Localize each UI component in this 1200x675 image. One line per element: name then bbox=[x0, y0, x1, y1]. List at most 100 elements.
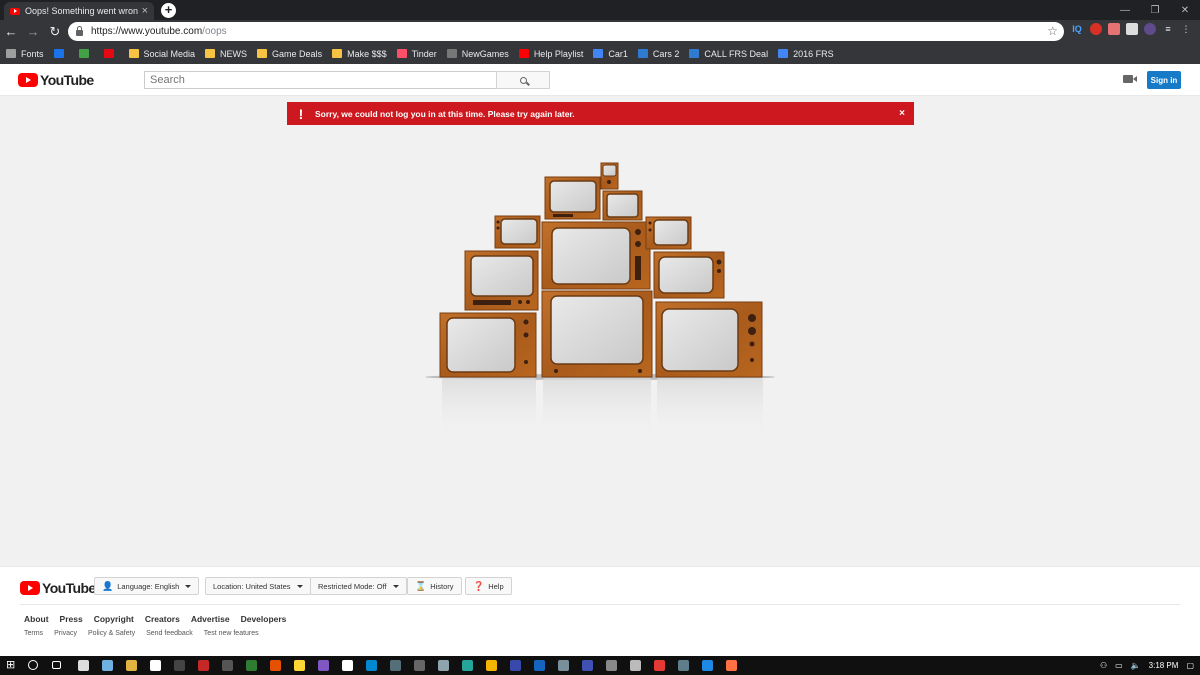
bookmark-item[interactable]: NewGames bbox=[446, 49, 509, 59]
taskbar-app-icon[interactable] bbox=[510, 660, 521, 671]
taskbar-app-icon[interactable] bbox=[414, 660, 425, 671]
people-icon[interactable]: ⚇ bbox=[1100, 661, 1107, 670]
bookmark-item[interactable]: Game Deals bbox=[257, 49, 322, 59]
footer-link[interactable]: Test new features bbox=[204, 630, 259, 637]
taskbar-app-icon[interactable] bbox=[78, 660, 89, 671]
upload-video-icon[interactable] bbox=[1123, 75, 1137, 83]
taskbar-app-icon[interactable] bbox=[390, 660, 401, 671]
back-arrow-icon[interactable]: ← bbox=[0, 21, 22, 43]
taskbar-app-icon[interactable] bbox=[174, 660, 185, 671]
bookmark-icon bbox=[396, 49, 407, 58]
search-input[interactable] bbox=[144, 71, 496, 89]
footer-link[interactable]: Send feedback bbox=[146, 630, 193, 637]
clock[interactable]: 3:18 PM bbox=[1149, 661, 1179, 670]
taskbar-app-icon[interactable] bbox=[726, 660, 737, 671]
task-view-icon[interactable] bbox=[52, 661, 61, 669]
taskbar-app-icon[interactable] bbox=[654, 660, 665, 671]
cortana-icon[interactable] bbox=[28, 660, 38, 670]
sheets-extension-icon[interactable] bbox=[1126, 23, 1138, 35]
bookmark-item[interactable]: Car1 bbox=[593, 49, 628, 59]
bookmark-icon bbox=[593, 49, 604, 58]
taskbar-app-icon[interactable] bbox=[630, 660, 641, 671]
windows-start-icon[interactable]: ⊞ bbox=[6, 660, 17, 671]
taskbar-app-icon[interactable] bbox=[462, 660, 473, 671]
bookmark-item[interactable] bbox=[53, 49, 69, 58]
bookmark-item[interactable]: Cars 2 bbox=[637, 49, 679, 59]
taskbar-app-icon[interactable] bbox=[438, 660, 449, 671]
taskbar-app-icon[interactable] bbox=[366, 660, 377, 671]
footer-secondary-links: Terms Privacy Policy & Safety Send feedb… bbox=[24, 630, 259, 637]
taskbar-app-icon[interactable] bbox=[246, 660, 257, 671]
browser-tab[interactable]: Oops! Something went wrong. - × bbox=[4, 2, 154, 20]
bookmark-icon bbox=[446, 49, 457, 58]
taskbar-app-icon[interactable] bbox=[342, 660, 353, 671]
bookmark-label: Help Playlist bbox=[533, 48, 584, 59]
volume-icon[interactable]: 🔈 bbox=[1131, 661, 1141, 670]
youtube-logo[interactable]: YouTube bbox=[18, 72, 94, 88]
footer-link[interactable]: Creators bbox=[145, 614, 180, 624]
footer-link[interactable]: Terms bbox=[24, 630, 43, 637]
footer-link[interactable]: Policy & Safety bbox=[88, 630, 135, 637]
minimize-button[interactable]: — bbox=[1110, 0, 1140, 20]
network-icon[interactable]: ▭ bbox=[1115, 661, 1123, 670]
search-button[interactable] bbox=[496, 71, 550, 89]
taskbar-app-icon[interactable] bbox=[534, 660, 545, 671]
footer-link[interactable]: Copyright bbox=[94, 614, 134, 624]
tab-close-icon[interactable]: × bbox=[142, 5, 148, 17]
restricted-mode-button[interactable]: Restricted Mode: Off bbox=[310, 577, 407, 595]
bookmark-star-icon[interactable]: ☆ bbox=[1047, 24, 1058, 38]
taskbar-app-icon[interactable] bbox=[582, 660, 593, 671]
taskbar-app-icon[interactable] bbox=[702, 660, 713, 671]
history-button[interactable]: ⌛ History bbox=[407, 577, 462, 595]
footer-link[interactable]: About bbox=[24, 614, 49, 624]
youtube-play-icon bbox=[20, 581, 40, 595]
sign-in-button[interactable]: Sign in bbox=[1147, 71, 1181, 89]
taskbar-app-icon[interactable] bbox=[486, 660, 497, 671]
footer-link[interactable]: Developers bbox=[241, 614, 287, 624]
bookmark-item[interactable] bbox=[78, 49, 94, 58]
close-window-button[interactable]: ✕ bbox=[1170, 0, 1200, 20]
taskbar-app-icon[interactable] bbox=[318, 660, 329, 671]
red-extension-icon[interactable] bbox=[1090, 23, 1102, 35]
bookmark-item[interactable]: 2016 FRS bbox=[778, 49, 834, 59]
taskbar-app-icon[interactable] bbox=[606, 660, 617, 671]
bookmark-item[interactable]: CALL FRS Deal bbox=[689, 49, 768, 59]
restore-button[interactable]: ❐ bbox=[1140, 0, 1170, 20]
footer-youtube-logo[interactable]: YouTube bbox=[20, 580, 96, 596]
notification-icon[interactable]: ▢ bbox=[1186, 661, 1194, 670]
taskbar-app-icon[interactable] bbox=[222, 660, 233, 671]
youtube-footer: YouTube 👤 Language: English Location: Un… bbox=[0, 566, 1200, 656]
iq-extension-icon[interactable]: IQ bbox=[1070, 23, 1084, 35]
taskbar-app-icon[interactable] bbox=[150, 660, 161, 671]
footer-link[interactable]: Advertise bbox=[191, 614, 230, 624]
taskbar-app-icon[interactable] bbox=[198, 660, 209, 671]
bookmark-item[interactable] bbox=[103, 49, 119, 58]
address-bar[interactable]: https://www.youtube.com/oops ☆ bbox=[68, 22, 1064, 41]
gift-extension-icon[interactable] bbox=[1108, 23, 1120, 35]
menu-dots-icon[interactable]: ⋮ bbox=[1180, 23, 1192, 35]
taskbar-app-icon[interactable] bbox=[102, 660, 113, 671]
bookmark-item[interactable]: Make $$$ bbox=[332, 49, 387, 59]
bookmark-item[interactable]: Help Playlist bbox=[518, 48, 584, 59]
profile-avatar-icon[interactable] bbox=[1144, 23, 1156, 35]
bookmark-item[interactable]: Fonts bbox=[6, 49, 44, 59]
alert-close-icon[interactable]: × bbox=[899, 108, 905, 119]
taskbar-app-icon[interactable] bbox=[678, 660, 689, 671]
bookmark-item[interactable]: Tinder bbox=[396, 49, 437, 59]
language-button[interactable]: 👤 Language: English bbox=[94, 577, 200, 595]
bookmark-item[interactable]: NEWS bbox=[205, 49, 247, 59]
bookmark-item[interactable]: Social Media bbox=[128, 49, 195, 59]
taskbar-app-icon[interactable] bbox=[294, 660, 305, 671]
cast-icon[interactable]: ≡ bbox=[1162, 23, 1174, 35]
taskbar-app-icon[interactable] bbox=[126, 660, 137, 671]
footer-link[interactable]: Press bbox=[60, 614, 83, 624]
help-button[interactable]: ❓ Help bbox=[465, 577, 512, 595]
taskbar-app-icon[interactable] bbox=[270, 660, 281, 671]
footer-link[interactable]: Privacy bbox=[54, 630, 77, 637]
taskbar-app-icon[interactable] bbox=[558, 660, 569, 671]
forward-arrow-icon[interactable]: → bbox=[22, 21, 44, 43]
new-tab-button[interactable]: + bbox=[161, 3, 176, 18]
reload-icon[interactable]: ↻ bbox=[44, 21, 66, 43]
caret-down-icon bbox=[185, 584, 192, 588]
location-button[interactable]: Location: United States bbox=[205, 577, 311, 595]
